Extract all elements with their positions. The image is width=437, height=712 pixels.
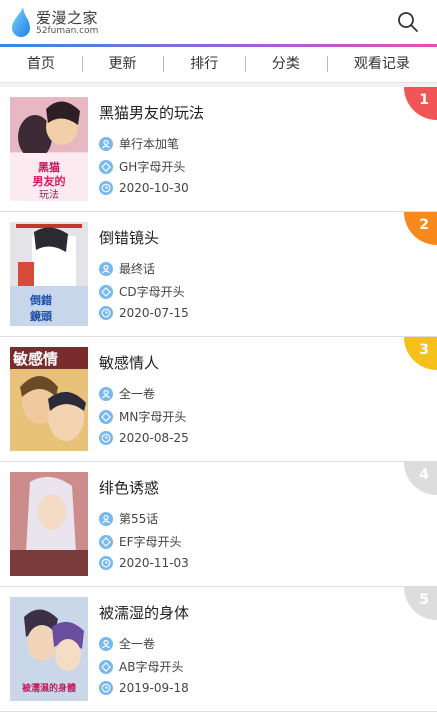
item-date-text: 2020-11-03	[119, 556, 189, 570]
cover-text: 男友的	[33, 174, 66, 188]
item-category: GH字母开头	[99, 158, 185, 175]
item-title[interactable]: 黑猫男友的玩法	[99, 102, 204, 123]
tag-icon	[99, 284, 113, 299]
item-title[interactable]: 敏感情人	[99, 352, 159, 373]
item-date: 2020-08-25	[99, 431, 189, 445]
item-category: MN字母开头	[99, 408, 186, 425]
item-chapter: 全一卷	[99, 635, 155, 652]
rank-badge: 4	[404, 462, 437, 495]
cover-text: 倒錯	[29, 293, 52, 307]
clock-icon	[99, 681, 113, 695]
tag-icon	[99, 659, 113, 674]
item-chapter-text: 第55话	[119, 512, 159, 526]
cover-image[interactable]	[10, 472, 88, 576]
item-category: CD字母开头	[99, 283, 185, 300]
cover-text: 玩法	[39, 188, 59, 201]
rank-number: 4	[419, 467, 429, 483]
cover-image[interactable]: 倒錯 鏡頭	[10, 222, 88, 326]
list-item[interactable]: 绯色诱惑 第55话 EF字母开头 2020-11-03 4	[0, 462, 437, 587]
nav-categories[interactable]: 分类	[245, 47, 327, 82]
item-date-text: 2020-08-25	[119, 431, 189, 445]
logo-name[interactable]: 爱漫之家	[36, 7, 98, 28]
rank-badge: 2	[404, 212, 437, 245]
item-category-text: EF字母开头	[119, 535, 182, 549]
item-date: 2020-11-03	[99, 556, 189, 570]
item-title[interactable]: 绯色诱惑	[99, 477, 159, 498]
tag-icon	[99, 409, 113, 424]
nav-updates[interactable]: 更新	[81, 47, 164, 82]
nav-history[interactable]: 观看记录	[326, 47, 437, 82]
item-category-text: AB字母开头	[119, 660, 184, 674]
clock-icon	[99, 181, 113, 195]
cover-text: 敏感情	[12, 350, 58, 368]
item-date-text: 2020-10-30	[119, 181, 189, 195]
list-item[interactable]: 黑猫 男友的 玩法 黑猫男友的玩法 单行本加笔 GH字母开头 2020-10-3…	[0, 87, 437, 212]
item-chapter-text: 单行本加笔	[119, 137, 180, 151]
user-icon	[99, 386, 113, 401]
rank-number: 2	[419, 217, 429, 233]
clock-icon	[99, 556, 113, 570]
nav-home[interactable]: 首页	[0, 47, 82, 82]
nav-ranking[interactable]: 排行	[163, 47, 245, 82]
tag-icon	[99, 534, 113, 549]
logo-drop-icon[interactable]	[10, 6, 32, 38]
cover-image[interactable]: 敏感情	[10, 347, 88, 451]
cover-image[interactable]: 被濡濕的身體	[10, 597, 88, 701]
header: 爱漫之家 52fuman.com	[0, 0, 437, 47]
list-item[interactable]: 被濡濕的身體 被濡湿的身体 全一卷 AB字母开头 2019-09-18 5	[0, 587, 437, 712]
item-date: 2020-07-15	[99, 306, 189, 320]
rank-number: 5	[419, 592, 429, 608]
item-title[interactable]: 被濡湿的身体	[99, 602, 189, 623]
item-chapter-text: 全一卷	[119, 387, 156, 401]
logo-url: 52fuman.com	[36, 26, 99, 36]
item-category-text: MN字母开头	[119, 410, 187, 424]
cover-image[interactable]: 黑猫 男友的 玩法	[10, 97, 88, 201]
clock-icon	[99, 431, 113, 445]
item-chapter-text: 最终话	[119, 262, 156, 276]
item-date: 2019-09-18	[99, 681, 189, 695]
clock-icon	[99, 306, 113, 320]
cover-text: 被濡濕的身體	[22, 682, 76, 694]
list-item[interactable]: 倒錯 鏡頭 倒错镜头 最终话 CD字母开头 2020-07-15 2	[0, 212, 437, 337]
user-icon	[99, 636, 113, 651]
cover-text: 黑猫	[38, 160, 60, 174]
user-icon	[99, 261, 113, 276]
rank-badge: 3	[404, 337, 437, 370]
search-icon[interactable]	[397, 11, 419, 33]
item-date-text: 2020-07-15	[119, 306, 189, 320]
item-category-text: GH字母开头	[119, 160, 186, 174]
main-nav: 首页 更新 排行 分类 观看记录	[0, 47, 437, 83]
item-chapter: 单行本加笔	[99, 135, 179, 152]
rank-badge: 1	[404, 87, 437, 120]
item-category-text: CD字母开头	[119, 285, 185, 299]
user-icon	[99, 511, 113, 526]
tag-icon	[99, 159, 113, 174]
user-icon	[99, 136, 113, 151]
item-category: AB字母开头	[99, 658, 183, 675]
rank-number: 1	[419, 92, 429, 108]
item-date: 2020-10-30	[99, 181, 189, 195]
item-chapter: 全一卷	[99, 385, 155, 402]
rank-badge: 5	[404, 587, 437, 620]
rank-number: 3	[419, 342, 429, 358]
item-chapter: 最终话	[99, 260, 155, 277]
item-title[interactable]: 倒错镜头	[99, 227, 159, 248]
item-chapter-text: 全一卷	[119, 637, 156, 651]
ranking-list: 黑猫 男友的 玩法 黑猫男友的玩法 单行本加笔 GH字母开头 2020-10-3…	[0, 87, 437, 712]
item-chapter: 第55话	[99, 510, 158, 527]
cover-text: 鏡頭	[30, 309, 53, 323]
item-category: EF字母开头	[99, 533, 182, 550]
list-item[interactable]: 敏感情 敏感情人 全一卷 MN字母开头 2020-08-25 3	[0, 337, 437, 462]
item-date-text: 2019-09-18	[119, 681, 189, 695]
